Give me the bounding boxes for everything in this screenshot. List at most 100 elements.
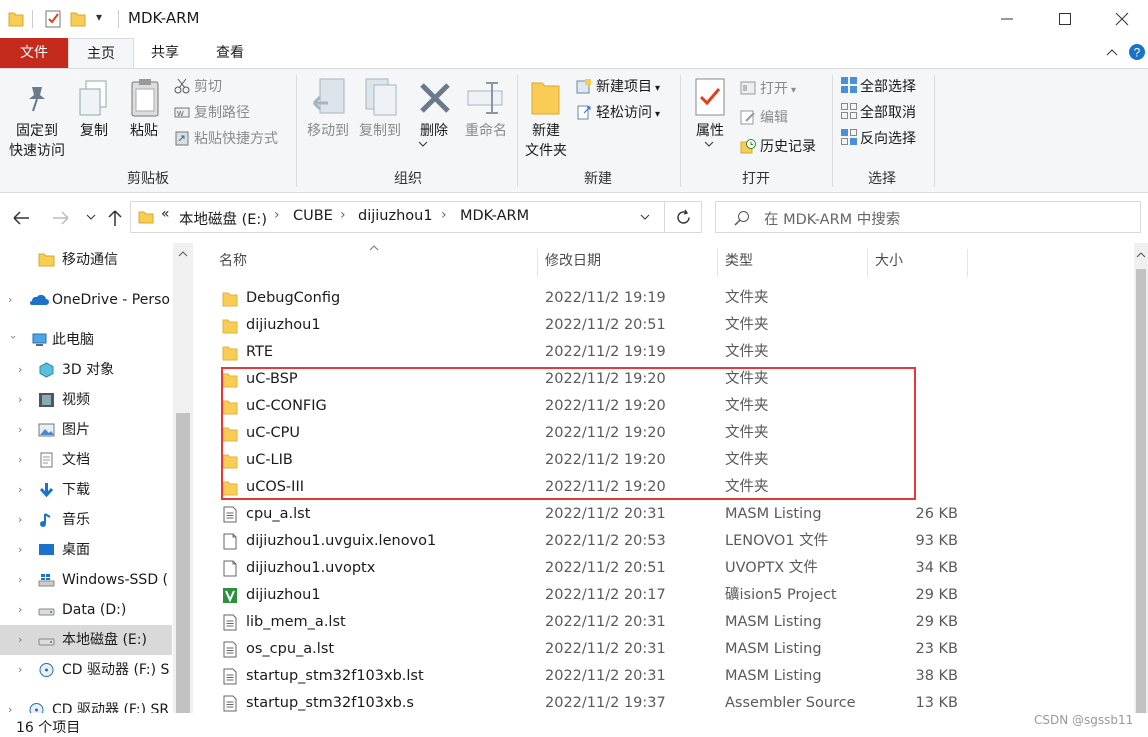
copy-path-button[interactable]: W 复制路径 — [174, 101, 250, 125]
rename-button[interactable]: 重命名 — [458, 121, 514, 141]
new-folder-button[interactable]: 新建 文件夹 — [520, 121, 572, 161]
file-row[interactable]: cpu_a.lst 2022/11/2 20:31 MASM Listing 26 K… — [193, 501, 1134, 528]
history-button[interactable]: 历史记录 — [740, 135, 816, 159]
scroll-up-icon[interactable] — [1136, 251, 1146, 259]
file-row[interactable]: DebugConfig 2022/11/2 19:19 文件夹 — [193, 285, 1134, 312]
paste-shortcut-button[interactable]: 粘贴快捷方式 — [174, 127, 278, 151]
column-header-name[interactable]: 名称 — [219, 243, 247, 279]
chevron-right-icon[interactable]: › — [18, 415, 28, 445]
new-item-button[interactable]: 新建项目 ▾ — [576, 75, 660, 99]
copy-button[interactable]: 复制 — [74, 121, 114, 141]
breadcrumb-drive[interactable]: 本地磁盘 (E:) — [179, 208, 267, 229]
nav-item-data-d[interactable]: › Data (D:) — [0, 595, 172, 625]
cut-button[interactable]: 剪切 — [174, 75, 222, 99]
invert-selection-button[interactable]: 反向选择 — [840, 127, 916, 151]
chevron-right-icon[interactable]: › — [18, 385, 28, 415]
nav-item-windows-ssd[interactable]: › Windows-SSD ( — [0, 565, 172, 595]
column-header-type[interactable]: 类型 — [725, 243, 753, 279]
column-header-size[interactable]: 大小 — [875, 243, 903, 279]
divider[interactable] — [967, 249, 968, 277]
tab-home[interactable]: 主页 — [68, 38, 134, 69]
breadcrumb-separator-icon[interactable]: › — [441, 207, 447, 223]
chevron-right-icon[interactable]: › — [18, 655, 28, 685]
open-button[interactable]: 打开 ▾ — [740, 77, 796, 101]
file-row[interactable]: dijiuzhou1.uvoptx 2022/11/2 20:51 UVOPTX 文… — [193, 555, 1134, 582]
chevron-right-icon[interactable]: › — [18, 505, 28, 535]
copy-to-button[interactable]: 复制到 — [352, 121, 408, 141]
new-folder-quick-icon[interactable] — [70, 10, 86, 28]
chevron-right-icon[interactable]: › — [18, 595, 28, 625]
file-row[interactable]: os_cpu_a.lst 2022/11/2 20:31 MASM Listing 2… — [193, 636, 1134, 663]
file-row[interactable]: RTE 2022/11/2 19:19 文件夹 — [193, 339, 1134, 366]
edit-button[interactable]: 编辑 — [740, 106, 788, 130]
nav-item-desktop[interactable]: › 桌面 — [0, 535, 172, 565]
chevron-right-icon[interactable]: › — [18, 565, 28, 595]
breadcrumb-separator-icon[interactable]: › — [340, 207, 346, 223]
nav-item-local-disk-e[interactable]: › 本地磁盘 (E:) — [0, 625, 172, 655]
nav-item-onedrive[interactable]: › OneDrive - Perso — [0, 285, 172, 315]
up-arrow-icon[interactable] — [108, 209, 122, 227]
address-box[interactable]: « 本地磁盘 (E:) › CUBE › dijiuzhou1 › MDK-AR… — [130, 201, 665, 233]
nav-item-3d-objects[interactable]: › 3D 对象 — [0, 355, 172, 385]
quick-access-dropdown[interactable]: ▾ — [96, 10, 102, 24]
recent-locations-chevron-icon[interactable] — [86, 214, 96, 222]
file-row[interactable]: dijiuzhou1 2022/11/2 20:51 文件夹 — [193, 312, 1134, 339]
scroll-up-icon[interactable] — [178, 250, 188, 258]
breadcrumb-current[interactable]: MDK-ARM — [460, 208, 529, 224]
select-all-button[interactable]: 全部选择 — [840, 75, 916, 99]
pin-quick-access-button[interactable]: 固定到 快速访问 — [4, 121, 70, 161]
nav-item-videos[interactable]: › 视频 — [0, 385, 172, 415]
back-arrow-icon[interactable] — [12, 211, 30, 225]
chevron-right-icon[interactable]: › — [18, 445, 28, 475]
nav-item-downloads[interactable]: › 下载 — [0, 475, 172, 505]
chevron-right-icon[interactable]: › — [8, 695, 18, 713]
properties-button[interactable]: 属性 — [688, 121, 732, 141]
chevron-right-icon[interactable]: › — [8, 285, 18, 315]
easy-access-button[interactable]: 轻松访问 ▾ — [576, 101, 660, 125]
maximize-icon[interactable] — [1058, 12, 1072, 26]
delete-button[interactable]: 删除 — [412, 121, 456, 141]
chevron-right-icon[interactable]: › — [18, 475, 28, 505]
chevron-right-icon[interactable]: › — [18, 625, 28, 655]
minimize-icon[interactable] — [1000, 12, 1014, 26]
nav-scrollbar[interactable] — [173, 243, 193, 713]
nav-item-documents[interactable]: › 文档 — [0, 445, 172, 475]
help-icon[interactable]: ? — [1128, 43, 1146, 61]
nav-scrollbar-thumb[interactable] — [176, 413, 190, 713]
file-row[interactable]: dijiuzhou1.uvguix.lenovo1 2022/11/2 20:53… — [193, 528, 1134, 555]
tab-view[interactable]: 查看 — [198, 38, 262, 68]
file-row[interactable]: startup_stm32f103xb.s 2022/11/2 19:37 Asse… — [193, 690, 1134, 713]
nav-item-music[interactable]: › 音乐 — [0, 505, 172, 535]
file-row[interactable]: dijiuzhou1 2022/11/2 20:17 礦ision5 Project… — [193, 582, 1134, 609]
select-none-button[interactable]: 全部取消 — [840, 101, 916, 125]
address-dropdown-icon[interactable] — [640, 214, 650, 222]
file-row[interactable]: startup_stm32f103xb.lst 2022/11/2 20:31 MA… — [193, 663, 1134, 690]
refresh-button[interactable] — [665, 201, 702, 233]
nav-item-cd-drive-2[interactable]: › CD 驱动器 (F:) SR — [0, 695, 172, 713]
column-header-date[interactable]: 修改日期 — [545, 243, 601, 279]
properties-check-icon[interactable] — [44, 9, 62, 29]
breadcrumb-separator-icon[interactable]: › — [274, 207, 280, 223]
nav-item-mobile[interactable]: 移动通信 — [0, 245, 172, 275]
chevron-down-icon[interactable]: › — [0, 335, 28, 345]
divider[interactable] — [537, 249, 538, 277]
nav-item-cd-drive[interactable]: › CD 驱动器 (F:) S — [0, 655, 172, 685]
file-list-scrollbar-thumb[interactable] — [1136, 269, 1146, 713]
chevron-right-icon[interactable]: › — [18, 355, 28, 385]
collapse-ribbon-icon[interactable] — [1105, 47, 1119, 59]
close-icon[interactable] — [1115, 12, 1129, 26]
tab-file[interactable]: 文件 — [0, 38, 68, 68]
breadcrumb-overflow[interactable]: « — [161, 206, 170, 222]
search-box[interactable]: 在 MDK-ARM 中搜索 — [715, 201, 1141, 233]
file-list-scrollbar[interactable] — [1134, 243, 1148, 713]
nav-item-this-pc[interactable]: › 此电脑 — [0, 325, 172, 355]
move-to-button[interactable]: 移动到 — [302, 121, 354, 141]
tab-share[interactable]: 共享 — [134, 38, 196, 68]
nav-item-pictures[interactable]: › 图片 — [0, 415, 172, 445]
breadcrumb-cube[interactable]: CUBE — [293, 208, 333, 224]
file-row[interactable]: lib_mem_a.lst 2022/11/2 20:31 MASM Listing… — [193, 609, 1134, 636]
forward-arrow-icon[interactable] — [52, 211, 70, 225]
divider[interactable] — [867, 249, 868, 277]
breadcrumb-project[interactable]: dijiuzhou1 — [358, 208, 433, 224]
paste-button[interactable]: 粘贴 — [124, 121, 164, 141]
